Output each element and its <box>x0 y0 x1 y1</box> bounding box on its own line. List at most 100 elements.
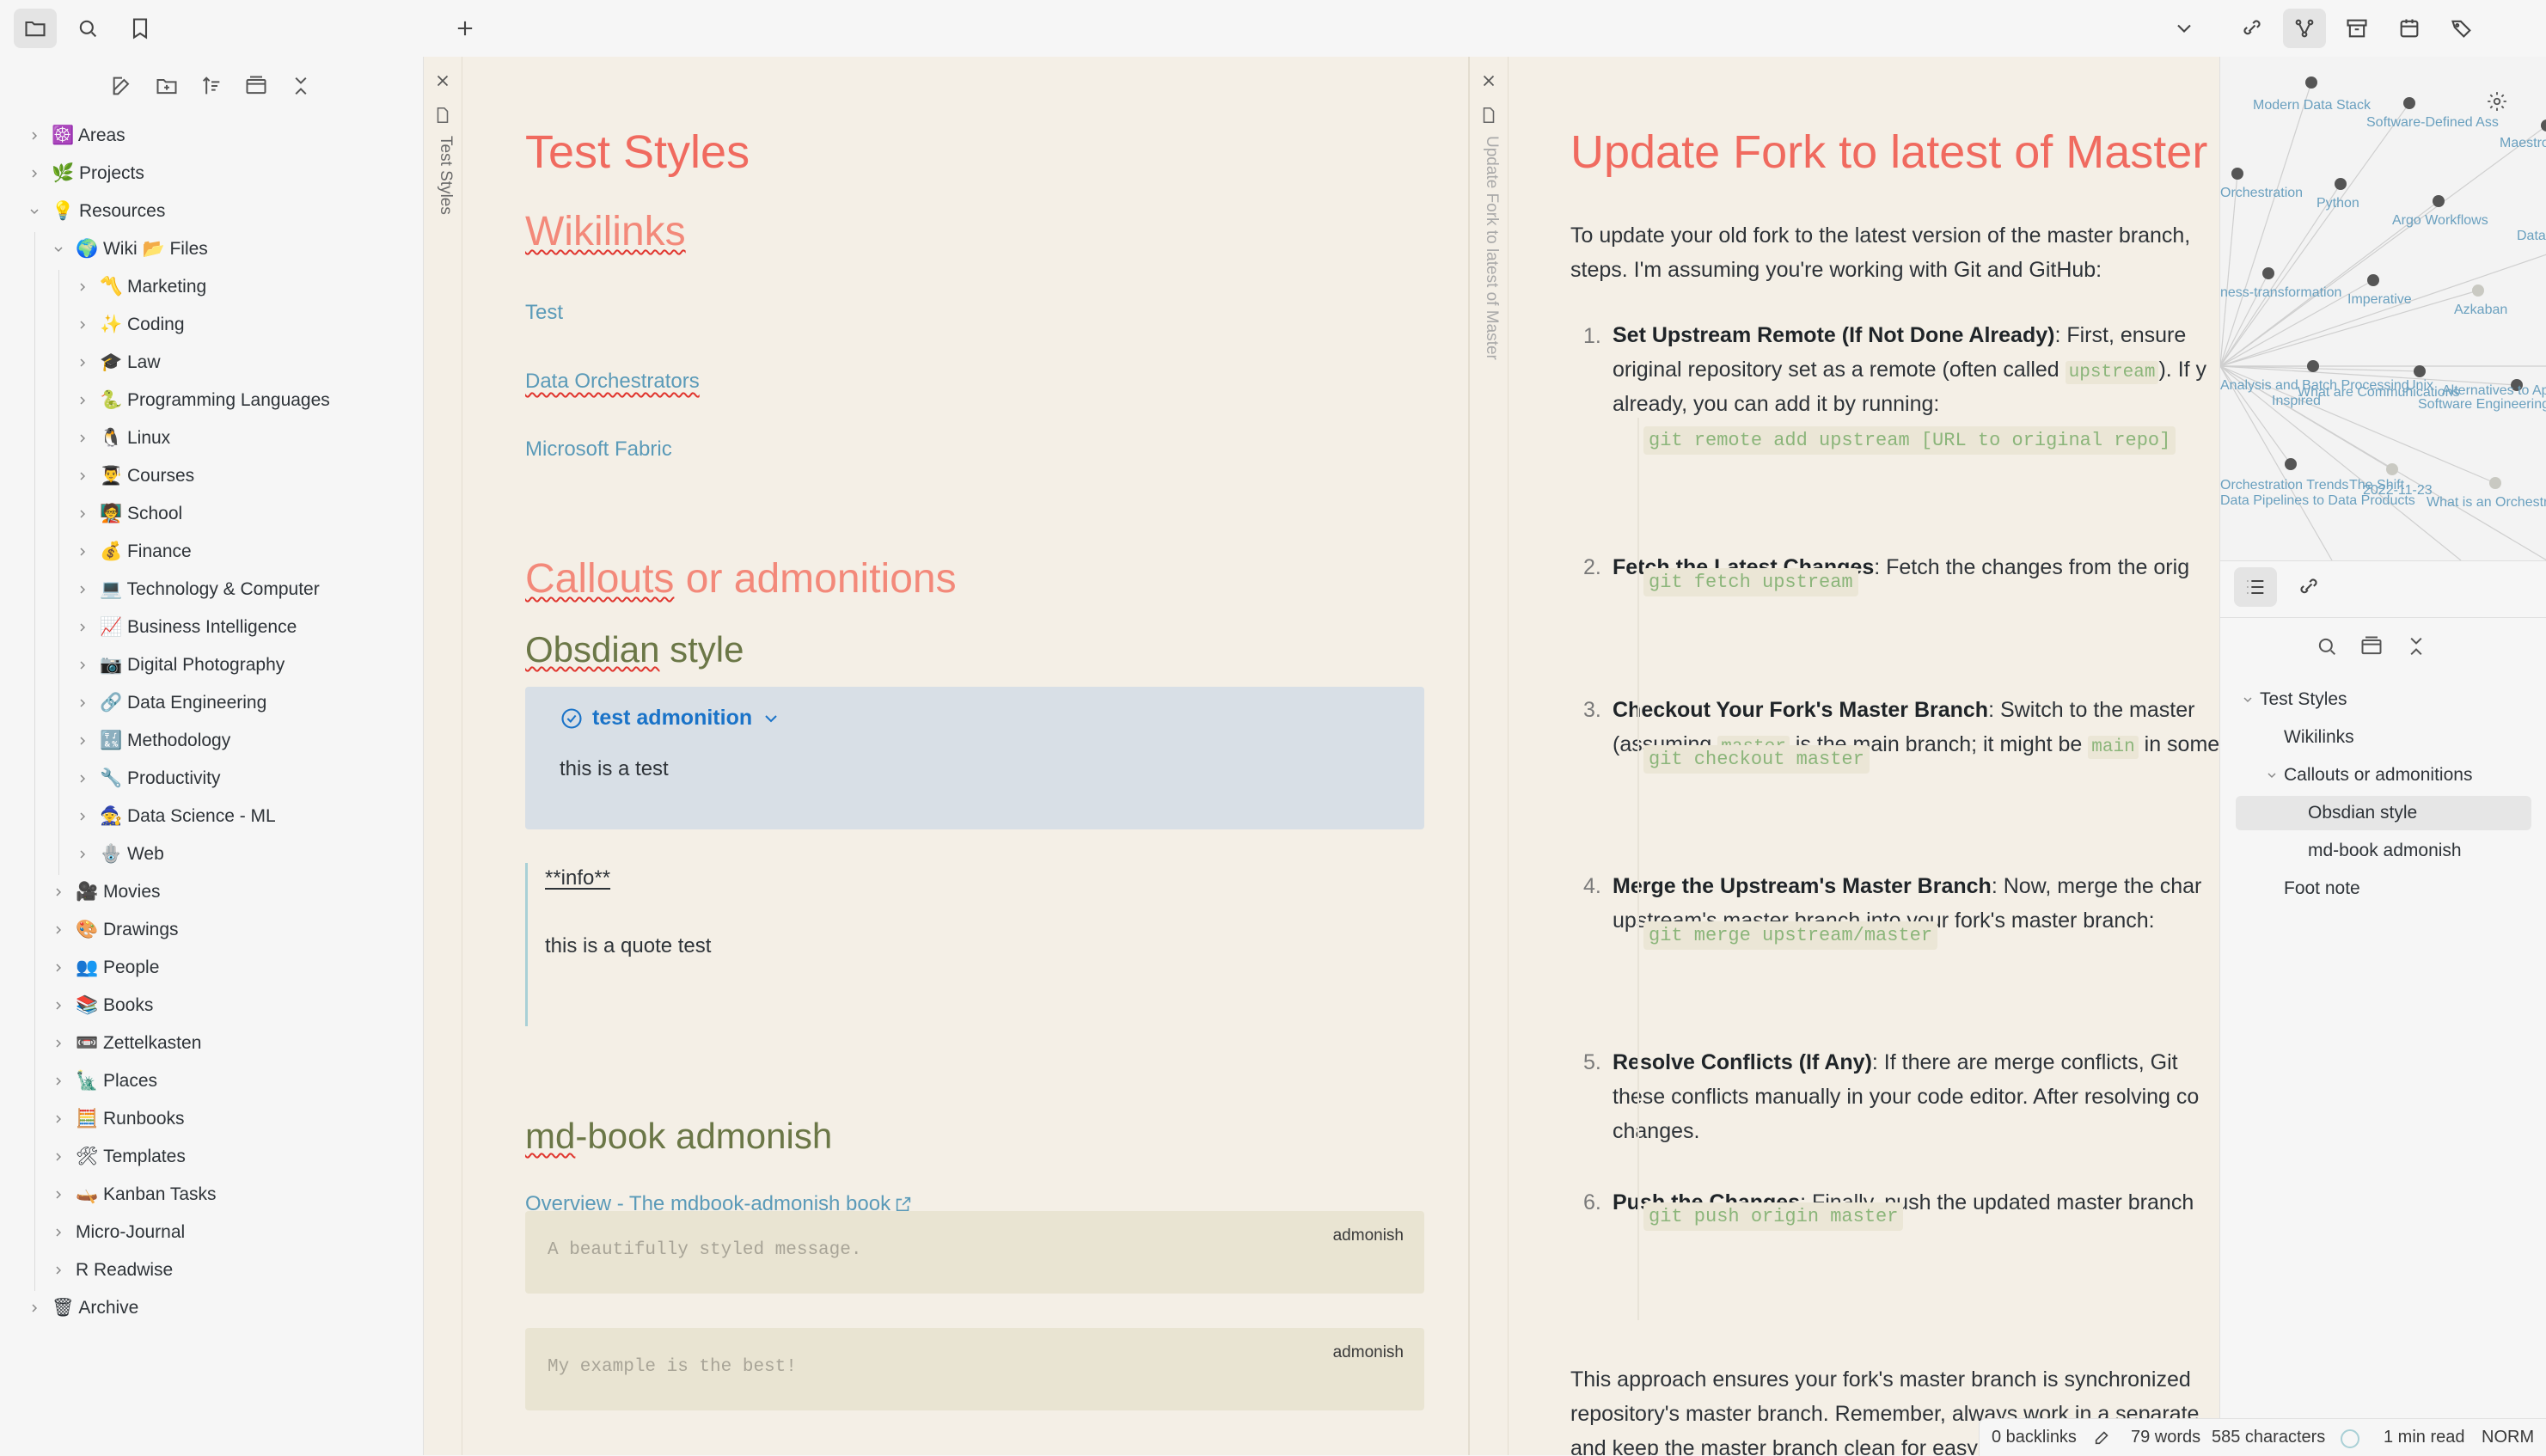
outline-item[interactable]: Test Styles <box>2236 682 2531 717</box>
chevron-right-icon[interactable] <box>72 277 93 297</box>
sidebar-item[interactable]: 🛠 Templates <box>48 1140 186 1174</box>
chevron-right-icon[interactable] <box>72 806 93 827</box>
chevron-right-icon[interactable] <box>72 504 93 524</box>
auto-reveal-icon[interactable] <box>241 70 272 101</box>
chevron-down-icon[interactable] <box>761 708 781 729</box>
close-icon[interactable] <box>1477 69 1501 93</box>
outline-tab-icon[interactable] <box>2234 567 2277 607</box>
sidebar-item[interactable]: 🧙 Data Science - ML <box>72 799 276 834</box>
sidebar-item[interactable]: 🪬 Web <box>72 837 164 872</box>
chevron-right-icon[interactable] <box>72 541 93 562</box>
outline-item[interactable]: Obsdian style <box>2236 796 2531 830</box>
chevron-right-icon[interactable] <box>72 428 93 449</box>
outgoing-links-icon[interactable] <box>2287 567 2330 607</box>
chevron-right-icon[interactable] <box>72 768 93 789</box>
chevron-right-icon[interactable] <box>24 1298 45 1318</box>
sidebar-item[interactable]: Micro-Journal <box>48 1215 185 1250</box>
chevron-right-icon[interactable] <box>72 315 93 335</box>
auto-expand-icon[interactable] <box>2356 631 2387 662</box>
chevron-down-icon[interactable] <box>2260 768 2284 782</box>
chevron-down-icon[interactable] <box>2163 9 2206 48</box>
sidebar-item[interactable]: 🛶 Kanban Tasks <box>48 1178 217 1212</box>
pencil-icon[interactable] <box>2093 1428 2112 1451</box>
search-icon[interactable] <box>66 9 109 48</box>
sidebar-item[interactable]: 👨‍🎓 Courses <box>72 459 194 493</box>
chevron-right-icon[interactable] <box>72 617 93 638</box>
outline-item[interactable]: Foot note <box>2236 872 2531 906</box>
sidebar-item[interactable]: 🔧 Productivity <box>72 762 221 796</box>
files-icon[interactable] <box>14 9 57 48</box>
sidebar-item[interactable]: 💻 Technology & Computer <box>72 572 320 607</box>
sidebar-item[interactable]: 🗑 Archive <box>24 1291 138 1325</box>
graph-node[interactable] <box>2231 168 2243 180</box>
wikilink-test[interactable]: Test <box>525 301 563 325</box>
sidebar-item[interactable]: 🐍 Programming Languages <box>72 383 330 418</box>
chevron-down-icon[interactable] <box>48 239 69 260</box>
sidebar-item[interactable]: 💡 Resources <box>24 194 165 229</box>
sidebar-item[interactable]: 🌿 Projects <box>24 156 144 191</box>
outline-item[interactable]: md-book admonish <box>2236 834 2531 868</box>
graph-node[interactable] <box>2262 267 2274 279</box>
calendar-icon[interactable] <box>2388 9 2431 48</box>
bookmark-icon[interactable] <box>119 9 162 48</box>
search-icon[interactable] <box>2311 631 2342 662</box>
close-icon[interactable] <box>431 69 455 93</box>
sidebar-item[interactable]: 📷 Digital Photography <box>72 648 285 682</box>
chevron-down-icon[interactable] <box>24 201 45 222</box>
chevron-right-icon[interactable] <box>48 1033 69 1054</box>
chevron-right-icon[interactable] <box>48 920 69 940</box>
sidebar-item[interactable]: 🎓 Law <box>72 346 161 380</box>
backlinks-icon[interactable] <box>2231 9 2274 48</box>
chevron-right-icon[interactable] <box>72 655 93 676</box>
sidebar-item[interactable]: 🗽 Places <box>48 1064 157 1098</box>
chevron-right-icon[interactable] <box>72 390 93 411</box>
sidebar-item[interactable]: 🔗 Data Engineering <box>72 686 266 720</box>
sidebar-item[interactable]: 💰 Finance <box>72 535 192 569</box>
graph-node[interactable] <box>2386 463 2398 475</box>
new-folder-icon[interactable] <box>151 70 182 101</box>
sidebar-item[interactable]: ☸️ Areas <box>24 119 125 153</box>
graph-node[interactable] <box>2472 284 2484 297</box>
collapse-all-icon[interactable] <box>2401 631 2432 662</box>
chevron-right-icon[interactable] <box>48 957 69 978</box>
chevron-right-icon[interactable] <box>48 1109 69 1129</box>
sidebar-item[interactable]: 👥 People <box>48 951 159 985</box>
chevron-right-icon[interactable] <box>72 731 93 751</box>
wikilink-microsoft-fabric[interactable]: Microsoft Fabric <box>525 437 672 462</box>
graph-view[interactable]: Modern Data Stack Software-Defined Ass M… <box>2220 57 2546 560</box>
sidebar-item[interactable]: 📚 Books <box>48 988 153 1023</box>
sync-icon[interactable] <box>2341 1429 2359 1448</box>
outline-item[interactable]: Callouts or admonitions <box>2236 758 2531 792</box>
sidebar-item[interactable]: 🎨 Drawings <box>48 913 179 947</box>
chevron-right-icon[interactable] <box>72 352 93 373</box>
sidebar-item[interactable]: ✨ Coding <box>72 308 185 342</box>
graph-node[interactable] <box>2285 458 2297 470</box>
collapse-all-icon[interactable] <box>285 70 316 101</box>
graph-node[interactable] <box>2414 365 2426 377</box>
graph-node[interactable] <box>2367 274 2379 286</box>
outline-item[interactable]: Wikilinks <box>2236 720 2531 755</box>
callout-header[interactable]: test admonition <box>560 706 781 731</box>
sidebar-item[interactable]: R Readwise <box>48 1253 173 1288</box>
tab-update-fork[interactable]: Update Fork to latest of Master <box>1482 136 1501 360</box>
chevron-right-icon[interactable] <box>48 1147 69 1167</box>
sidebar-item[interactable]: 🌍 Wiki 📂 Files <box>48 232 208 266</box>
sidebar-item[interactable]: 🎥 Movies <box>48 875 161 909</box>
graph-node[interactable] <box>2307 360 2319 372</box>
sidebar-item[interactable]: 🐧 Linux <box>72 421 170 456</box>
archive-icon[interactable] <box>2335 9 2378 48</box>
sidebar-item[interactable]: 〽️ Marketing <box>72 270 206 304</box>
tab-test-styles[interactable]: Test Styles <box>436 136 455 215</box>
tags-icon[interactable] <box>2440 9 2483 48</box>
graph-node[interactable] <box>2489 477 2501 489</box>
chevron-right-icon[interactable] <box>72 579 93 600</box>
new-note-icon[interactable] <box>107 70 138 101</box>
chevron-right-icon[interactable] <box>72 844 93 865</box>
chevron-right-icon[interactable] <box>72 466 93 486</box>
chevron-right-icon[interactable] <box>72 693 93 713</box>
chevron-right-icon[interactable] <box>24 125 45 146</box>
graph-node[interactable] <box>2305 76 2317 89</box>
chevron-right-icon[interactable] <box>48 882 69 902</box>
graph-icon[interactable] <box>2283 9 2326 48</box>
sidebar-item[interactable]: 🧑‍🏫 School <box>72 497 182 531</box>
